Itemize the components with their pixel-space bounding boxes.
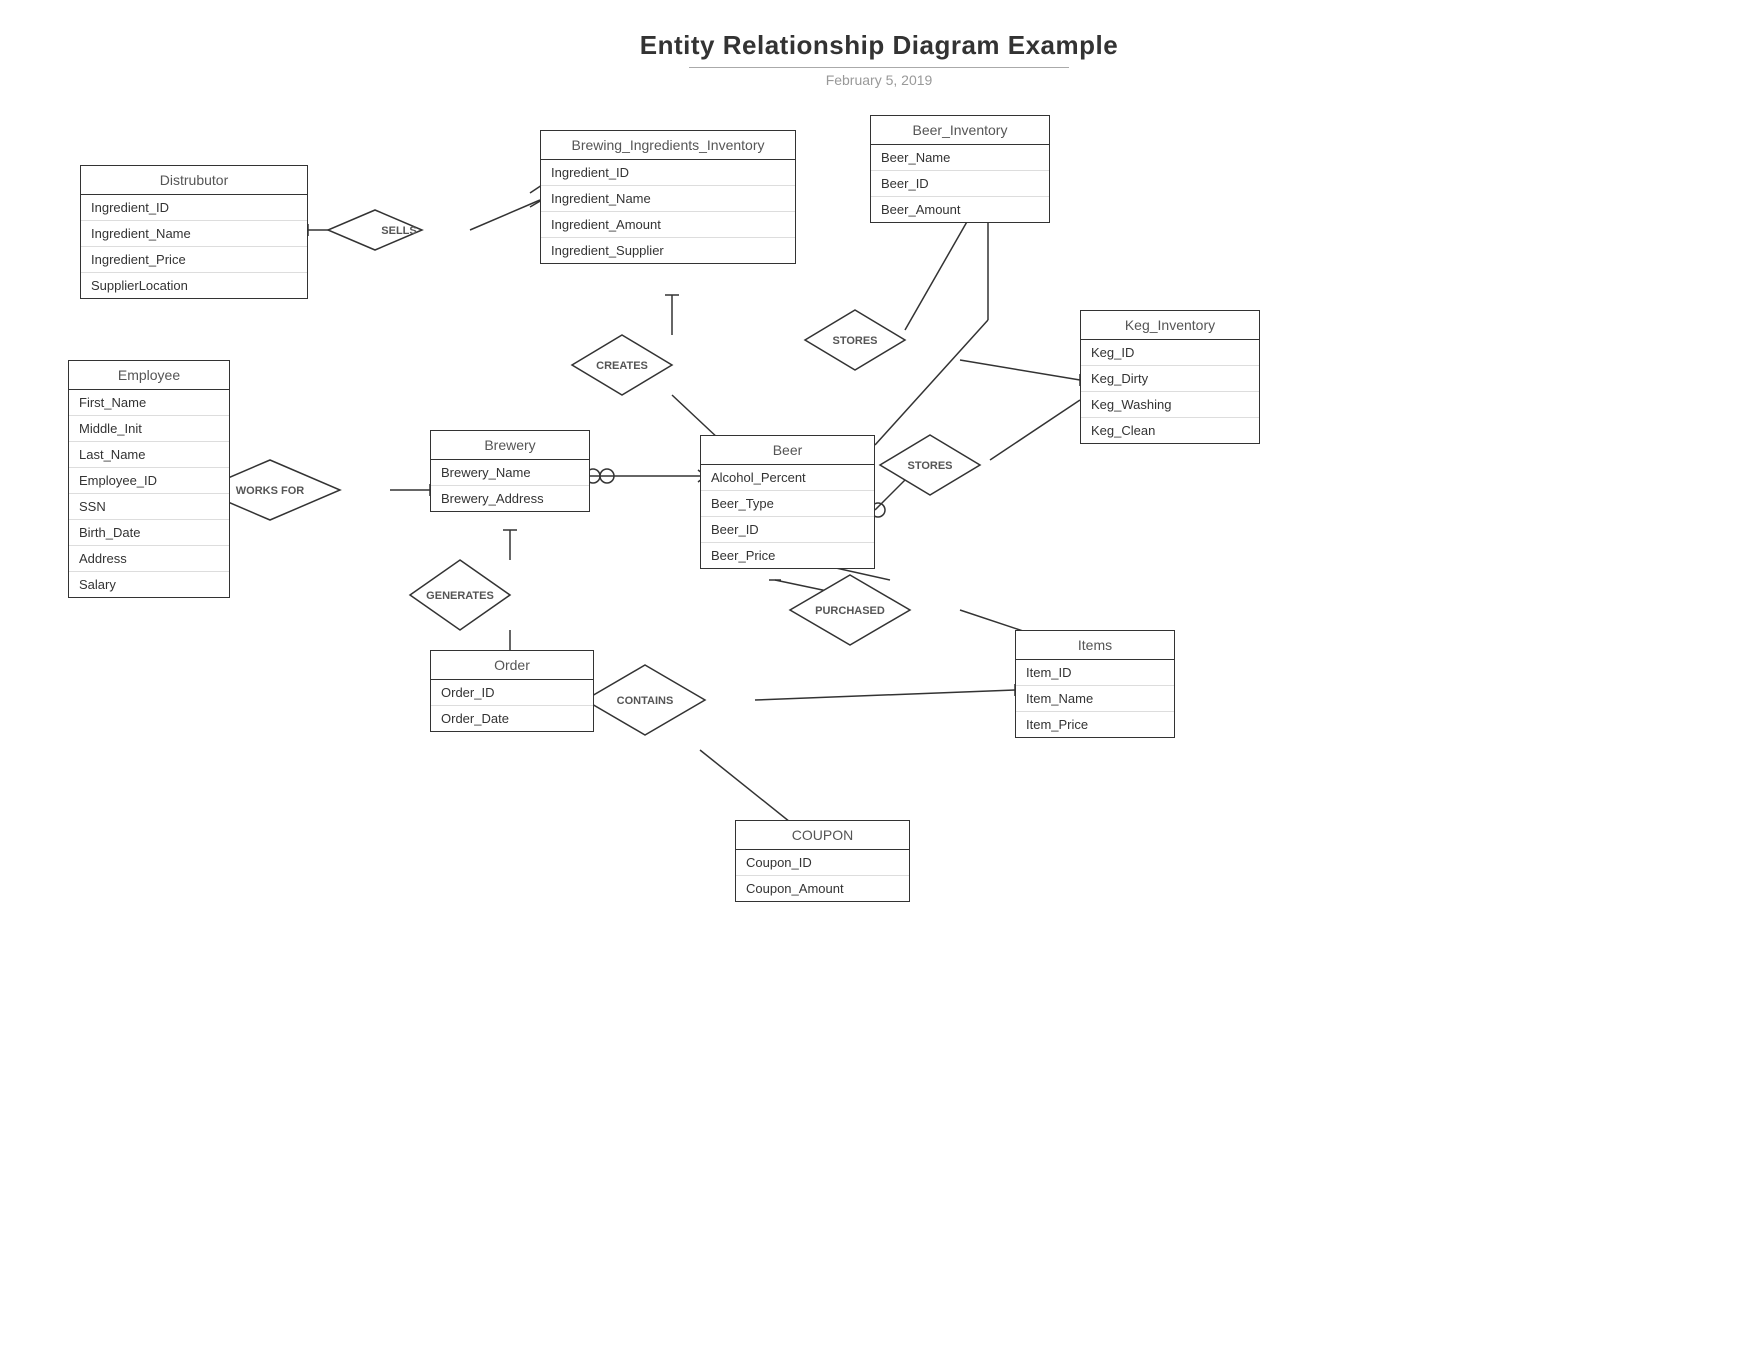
svg-text:SELLS: SELLS — [381, 225, 416, 237]
attr-beer-name: Beer_Name — [871, 145, 1049, 171]
attr-keg-clean: Keg_Clean — [1081, 418, 1259, 443]
entity-keg-inventory-header: Keg_Inventory — [1081, 311, 1259, 340]
svg-text:WORKS FOR: WORKS FOR — [236, 485, 304, 497]
attr-coupon-amount: Coupon_Amount — [736, 876, 909, 901]
entity-items-header: Items — [1016, 631, 1174, 660]
entity-beer-inventory: Beer_Inventory Beer_Name Beer_ID Beer_Am… — [870, 115, 1050, 223]
attr-ingredient-name: Ingredient_Name — [81, 221, 307, 247]
entity-beer-header: Beer — [701, 436, 874, 465]
entity-beer-inventory-header: Beer_Inventory — [871, 116, 1049, 145]
attr-keg-washing: Keg_Washing — [1081, 392, 1259, 418]
entity-employee: Employee First_Name Middle_Init Last_Nam… — [68, 360, 230, 598]
attr-beer-id: Beer_ID — [871, 171, 1049, 197]
attr-bi-ingredient-id: Ingredient_ID — [541, 160, 795, 186]
attr-order-id: Order_ID — [431, 680, 593, 706]
attr-ingredient-id: Ingredient_ID — [81, 195, 307, 221]
attr-birth-date: Birth_Date — [69, 520, 229, 546]
attr-middle-init: Middle_Init — [69, 416, 229, 442]
entity-distributor: Distrubutor Ingredient_ID Ingredient_Nam… — [80, 165, 308, 299]
entity-keg-inventory-attrs: Keg_ID Keg_Dirty Keg_Washing Keg_Clean — [1081, 340, 1259, 443]
entity-beer-inventory-attrs: Beer_Name Beer_ID Beer_Amount — [871, 145, 1049, 222]
attr-first-name: First_Name — [69, 390, 229, 416]
attr-brewery-name: Brewery_Name — [431, 460, 589, 486]
entity-coupon-header: COUPON — [736, 821, 909, 850]
attr-order-date: Order_Date — [431, 706, 593, 731]
entity-coupon-attrs: Coupon_ID Coupon_Amount — [736, 850, 909, 901]
entity-employee-header: Employee — [69, 361, 229, 390]
entity-brewing-ingredients: Brewing_Ingredients_Inventory Ingredient… — [540, 130, 796, 264]
entity-distributor-header: Distrubutor — [81, 166, 307, 195]
entity-items: Items Item_ID Item_Name Item_Price — [1015, 630, 1175, 738]
attr-salary: Salary — [69, 572, 229, 597]
attr-address: Address — [69, 546, 229, 572]
attr-alcohol-percent: Alcohol_Percent — [701, 465, 874, 491]
svg-text:PURCHASED: PURCHASED — [815, 605, 885, 617]
attr-keg-id: Keg_ID — [1081, 340, 1259, 366]
attr-beer-type: Beer_Type — [701, 491, 874, 517]
svg-text:GENERATES: GENERATES — [426, 590, 494, 602]
attr-ssn: SSN — [69, 494, 229, 520]
attr-employee-id: Employee_ID — [69, 468, 229, 494]
attr-supplier-location: SupplierLocation — [81, 273, 307, 298]
entity-items-attrs: Item_ID Item_Name Item_Price — [1016, 660, 1174, 737]
attr-beer-id-beer: Beer_ID — [701, 517, 874, 543]
attr-beer-price: Beer_Price — [701, 543, 874, 568]
diagram-container: Entity Relationship Diagram Example Febr… — [0, 0, 1758, 1358]
attr-coupon-id: Coupon_ID — [736, 850, 909, 876]
attr-item-price: Item_Price — [1016, 712, 1174, 737]
attr-keg-dirty: Keg_Dirty — [1081, 366, 1259, 392]
svg-text:CREATES: CREATES — [596, 360, 648, 372]
attr-item-id: Item_ID — [1016, 660, 1174, 686]
attr-beer-amount: Beer_Amount — [871, 197, 1049, 222]
entity-coupon: COUPON Coupon_ID Coupon_Amount — [735, 820, 910, 902]
attr-brewery-address: Brewery_Address — [431, 486, 589, 511]
attr-bi-ingredient-amount: Ingredient_Amount — [541, 212, 795, 238]
attr-bi-ingredient-supplier: Ingredient_Supplier — [541, 238, 795, 263]
entity-brewery: Brewery Brewery_Name Brewery_Address — [430, 430, 590, 512]
entity-beer-attrs: Alcohol_Percent Beer_Type Beer_ID Beer_P… — [701, 465, 874, 568]
entity-distributor-attrs: Ingredient_ID Ingredient_Name Ingredient… — [81, 195, 307, 298]
entity-brewery-attrs: Brewery_Name Brewery_Address — [431, 460, 589, 511]
entity-order: Order Order_ID Order_Date — [430, 650, 594, 732]
attr-last-name: Last_Name — [69, 442, 229, 468]
attr-bi-ingredient-name: Ingredient_Name — [541, 186, 795, 212]
entity-employee-attrs: First_Name Middle_Init Last_Name Employe… — [69, 390, 229, 597]
entity-brewery-header: Brewery — [431, 431, 589, 460]
entity-brewing-header: Brewing_Ingredients_Inventory — [541, 131, 795, 160]
entity-beer: Beer Alcohol_Percent Beer_Type Beer_ID B… — [700, 435, 875, 569]
svg-text:CONTAINS: CONTAINS — [617, 695, 674, 707]
attr-item-name: Item_Name — [1016, 686, 1174, 712]
entity-keg-inventory: Keg_Inventory Keg_ID Keg_Dirty Keg_Washi… — [1080, 310, 1260, 444]
svg-text:STORES: STORES — [907, 460, 952, 472]
svg-text:STORES: STORES — [832, 335, 877, 347]
attr-ingredient-price: Ingredient_Price — [81, 247, 307, 273]
entity-order-attrs: Order_ID Order_Date — [431, 680, 593, 731]
entity-brewing-attrs: Ingredient_ID Ingredient_Name Ingredient… — [541, 160, 795, 263]
entity-order-header: Order — [431, 651, 593, 680]
